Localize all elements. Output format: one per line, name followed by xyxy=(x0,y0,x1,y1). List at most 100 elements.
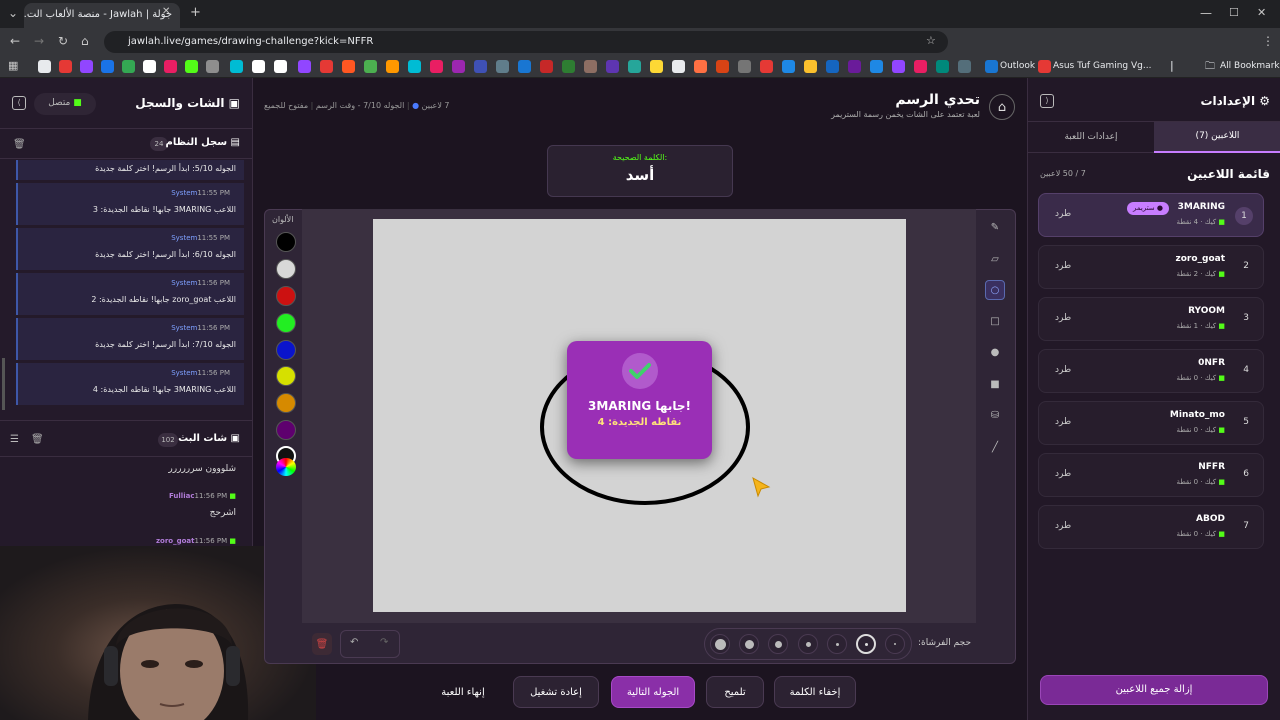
home-button[interactable]: ⌂ xyxy=(989,94,1015,120)
color-swatch-black[interactable] xyxy=(276,232,296,252)
bookmark-icon[interactable] xyxy=(606,60,619,73)
forward-icon[interactable]: → xyxy=(34,34,44,48)
line-tool-icon[interactable]: ╱ xyxy=(985,437,1005,457)
maximize-icon[interactable]: ☐ xyxy=(1229,6,1239,19)
bookmark-star-icon[interactable]: ☆ xyxy=(926,34,936,47)
bookmark-icon[interactable] xyxy=(804,60,817,73)
bookmark-icon[interactable] xyxy=(430,60,443,73)
home-icon[interactable]: ⌂ xyxy=(81,34,89,48)
remove-all-players-button[interactable]: إزالة جميع اللاعبين xyxy=(1040,675,1268,705)
close-tab-icon[interactable]: ✕ xyxy=(162,6,170,17)
bookmark-icon[interactable] xyxy=(298,60,311,73)
kick-player-button[interactable]: طرد xyxy=(1055,313,1071,323)
redo-icon[interactable]: ↷ xyxy=(380,637,388,648)
minimize-icon[interactable]: — xyxy=(1200,6,1212,20)
color-swatch-purple[interactable] xyxy=(276,420,296,440)
hint-button[interactable]: تلميح xyxy=(706,676,764,708)
bookmark-icon[interactable] xyxy=(936,60,949,73)
kick-player-button[interactable]: طرد xyxy=(1055,469,1071,479)
bookmark-icon[interactable] xyxy=(164,60,177,73)
bookmark-icon[interactable] xyxy=(782,60,795,73)
bookmark-icon[interactable] xyxy=(914,60,927,73)
clear-log-icon[interactable]: 🗑 xyxy=(13,139,26,150)
filled-rect-tool-icon[interactable]: ■ xyxy=(985,374,1005,394)
bookmark-icon[interactable] xyxy=(80,60,93,73)
new-tab-icon[interactable]: + xyxy=(190,5,201,20)
window-close-icon[interactable]: ✕ xyxy=(1257,6,1266,19)
color-swatch-red[interactable] xyxy=(276,286,296,306)
tab-search-icon[interactable]: ⌄ xyxy=(8,6,18,20)
bookmark-icon[interactable] xyxy=(59,60,72,73)
bookmark-icon[interactable] xyxy=(892,60,905,73)
next-round-button[interactable]: الجوله التالية xyxy=(611,676,695,708)
bookmark-icon[interactable] xyxy=(540,60,553,73)
apps-icon[interactable]: ▦ xyxy=(8,59,18,72)
hide-word-button[interactable]: إخفاء الكلمة xyxy=(774,676,856,708)
bookmark-icon[interactable] xyxy=(342,60,355,73)
bookmark-icon[interactable] xyxy=(496,60,509,73)
collapse-panel-icon[interactable]: ⟨ xyxy=(12,96,26,110)
circle-tool-icon[interactable]: ○ xyxy=(985,280,1005,300)
log-scrollbar[interactable] xyxy=(2,358,5,410)
bookmark-icon[interactable] xyxy=(230,60,243,73)
bookmark-icon[interactable] xyxy=(320,60,333,73)
kick-player-button[interactable]: طرد xyxy=(1055,521,1071,531)
color-swatch-white[interactable] xyxy=(276,259,296,279)
bookmark-asus[interactable]: Asus Tuf Gaming Vg... xyxy=(1053,61,1151,71)
bookmark-icon[interactable] xyxy=(452,60,465,73)
bookmark-icon[interactable] xyxy=(185,60,198,73)
clear-canvas-icon[interactable]: 🗑 xyxy=(312,633,332,655)
bookmark-icon[interactable] xyxy=(628,60,641,73)
brush-size-option[interactable] xyxy=(768,634,788,654)
bookmark-icon[interactable] xyxy=(738,60,751,73)
brush-size-option[interactable] xyxy=(739,634,759,654)
bookmark-icon[interactable] xyxy=(206,60,219,73)
bookmark-outlook[interactable]: Outlook xyxy=(1000,61,1035,71)
asus-icon[interactable] xyxy=(1038,60,1051,73)
tab-players[interactable]: اللاعبين (7) xyxy=(1154,122,1280,153)
brush-size-option[interactable] xyxy=(827,634,847,654)
bookmark-icon[interactable] xyxy=(38,60,51,73)
tab-game-settings[interactable]: إعدادات اللعبة xyxy=(1028,122,1154,153)
rectangle-tool-icon[interactable]: □ xyxy=(985,311,1005,331)
chat-menu-icon[interactable]: ☰ xyxy=(10,434,19,445)
bookmark-icon[interactable] xyxy=(826,60,839,73)
bookmark-icon[interactable] xyxy=(252,60,265,73)
bookmark-icon[interactable] xyxy=(364,60,377,73)
kick-player-button[interactable]: طرد xyxy=(1055,209,1071,219)
bookmark-icon[interactable] xyxy=(562,60,575,73)
brush-size-option-selected[interactable] xyxy=(856,634,876,654)
bookmark-icon[interactable] xyxy=(870,60,883,73)
browser-menu-icon[interactable]: ⋮ xyxy=(1262,34,1274,48)
bookmark-icon[interactable] xyxy=(143,60,156,73)
bookmark-icon[interactable] xyxy=(672,60,685,73)
bookmark-icon[interactable] xyxy=(386,60,399,73)
kick-player-button[interactable]: طرد xyxy=(1055,261,1071,271)
browser-tab[interactable]: جولة | Jawlah - منصة الألعاب الت... xyxy=(24,3,180,28)
bookmark-icon[interactable] xyxy=(274,60,287,73)
custom-color-picker[interactable] xyxy=(276,458,296,476)
eraser-tool-icon[interactable]: ▱ xyxy=(985,249,1005,269)
color-swatch-blue[interactable] xyxy=(276,340,296,360)
bookmark-icon[interactable] xyxy=(650,60,663,73)
bookmark-icon[interactable] xyxy=(716,60,729,73)
bookmark-icon[interactable] xyxy=(518,60,531,73)
undo-icon[interactable]: ↶ xyxy=(350,637,358,648)
color-swatch-yellow[interactable] xyxy=(276,366,296,386)
bookmark-icon[interactable] xyxy=(101,60,114,73)
end-game-button[interactable]: إنهاء اللعبة xyxy=(424,676,502,708)
bookmark-icon[interactable] xyxy=(584,60,597,73)
fill-bucket-tool-icon[interactable]: ⛁ xyxy=(985,405,1005,425)
kick-player-button[interactable]: طرد xyxy=(1055,365,1071,375)
bookmark-icon[interactable] xyxy=(760,60,773,73)
bookmark-icon[interactable] xyxy=(122,60,135,73)
bookmark-icon[interactable] xyxy=(474,60,487,73)
address-bar[interactable]: jawlah.live/games/drawing-challenge?kick… xyxy=(104,31,948,53)
filled-circle-tool-icon[interactable]: ● xyxy=(985,342,1005,362)
outlook-icon[interactable] xyxy=(985,60,998,73)
kick-player-button[interactable]: طرد xyxy=(1055,417,1071,427)
bookmark-icon[interactable] xyxy=(408,60,421,73)
collapse-settings-icon[interactable]: ⟩ xyxy=(1040,94,1054,108)
bookmark-icon[interactable] xyxy=(848,60,861,73)
clear-chat-icon[interactable]: 🗑 xyxy=(31,434,44,445)
